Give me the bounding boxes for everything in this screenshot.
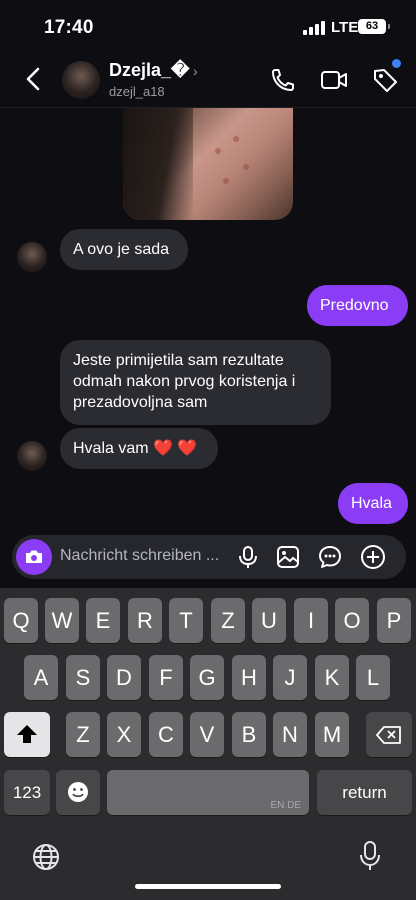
key-u[interactable]: U — [252, 598, 286, 643]
keyboard: Q W E R T Z U I O P A S D F G H J K L Z … — [0, 588, 416, 900]
key-s[interactable]: S — [66, 655, 100, 700]
key-g[interactable]: G — [190, 655, 224, 700]
status-time: 17:40 — [44, 17, 94, 38]
dictation-icon[interactable] — [358, 840, 382, 877]
message-bubble[interactable]: A ovo je sada — [60, 229, 188, 270]
key-b[interactable]: B — [232, 712, 266, 757]
key-w[interactable]: W — [45, 598, 79, 643]
camera-icon[interactable] — [16, 539, 52, 575]
contact-handle: dzejl_a18 — [109, 84, 165, 99]
back-icon[interactable] — [22, 66, 46, 92]
globe-icon[interactable] — [31, 842, 61, 877]
message-bubble[interactable]: Jeste primijetila sam rezultate odmah na… — [60, 340, 331, 425]
space-language-label: EN DE — [270, 800, 301, 811]
key-q[interactable]: Q — [4, 598, 38, 643]
sticker-icon[interactable] — [317, 544, 343, 570]
key-v[interactable]: V — [190, 712, 224, 757]
backspace-key[interactable] — [366, 712, 412, 757]
key-a[interactable]: A — [24, 655, 58, 700]
key-h[interactable]: H — [232, 655, 266, 700]
chat-header: Dzejla_� › dzejl_a18 — [0, 52, 416, 108]
emoji-key[interactable] — [56, 770, 100, 815]
return-key[interactable]: return — [317, 770, 412, 815]
key-m[interactable]: M — [315, 712, 349, 757]
message-bubble[interactable]: Hvala — [338, 483, 408, 524]
key-z[interactable]: Z — [211, 598, 245, 643]
message-bubble[interactable]: Predovno — [307, 285, 408, 326]
shared-photo[interactable] — [123, 108, 293, 220]
key-t[interactable]: T — [169, 598, 203, 643]
key-p[interactable]: P — [377, 598, 411, 643]
avatar[interactable] — [62, 61, 100, 99]
key-l[interactable]: L — [356, 655, 390, 700]
notification-dot — [392, 59, 401, 68]
image-icon[interactable] — [275, 544, 301, 570]
mic-icon[interactable] — [235, 544, 261, 570]
tag-icon[interactable] — [371, 66, 399, 94]
status-bar: 17:40 LTE 63 — [0, 0, 416, 52]
key-i[interactable]: I — [294, 598, 328, 643]
battery-icon: 63 — [358, 19, 390, 34]
avatar[interactable] — [17, 242, 47, 272]
shift-key[interactable] — [4, 712, 50, 757]
key-z[interactable]: Z — [66, 712, 100, 757]
signal-icon — [303, 21, 325, 35]
key-j[interactable]: J — [273, 655, 307, 700]
home-indicator — [135, 884, 281, 889]
space-key[interactable]: EN DE — [107, 770, 309, 815]
message-bubble[interactable]: Hvala vam ❤️ ❤️ — [60, 428, 218, 469]
avatar[interactable] — [17, 441, 47, 471]
key-f[interactable]: F — [149, 655, 183, 700]
key-e[interactable]: E — [86, 598, 120, 643]
key-x[interactable]: X — [107, 712, 141, 757]
key-o[interactable]: O — [335, 598, 369, 643]
video-icon[interactable] — [320, 66, 348, 94]
message-input[interactable]: Nachricht schreiben ... — [60, 547, 219, 565]
key-k[interactable]: K — [315, 655, 349, 700]
phone-icon[interactable] — [269, 66, 297, 94]
message-composer: Nachricht schreiben ... — [12, 535, 406, 579]
chevron-right-icon[interactable]: › — [193, 63, 198, 79]
key-c[interactable]: C — [149, 712, 183, 757]
network-label: LTE — [331, 19, 359, 36]
key-d[interactable]: D — [107, 655, 141, 700]
key-r[interactable]: R — [128, 598, 162, 643]
key-n[interactable]: N — [273, 712, 307, 757]
numbers-key[interactable]: 123 — [4, 770, 50, 815]
plus-icon[interactable] — [360, 544, 386, 570]
contact-name[interactable]: Dzejla_� — [109, 60, 190, 81]
